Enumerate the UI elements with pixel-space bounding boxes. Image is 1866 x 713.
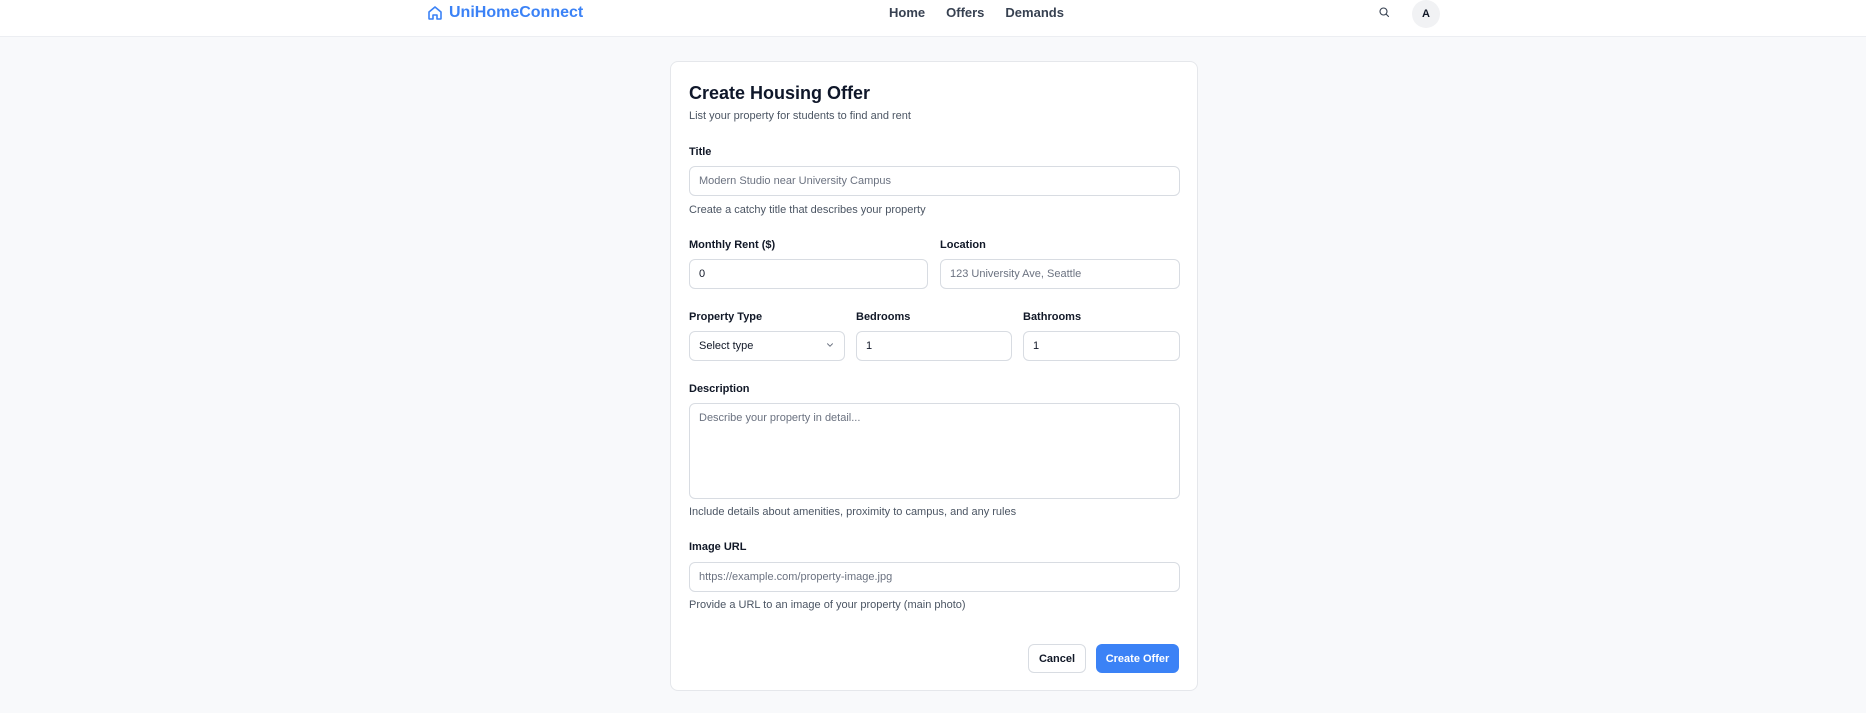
nav-demands[interactable]: Demands — [1005, 4, 1064, 22]
page-title: Create Housing Offer — [689, 83, 871, 103]
description-hint: Include details about amenities, proximi… — [689, 506, 1017, 518]
description-textarea[interactable] — [689, 403, 1180, 499]
property-type-select[interactable]: Select type — [689, 331, 845, 361]
brand-logo[interactable]: UniHomeConnect — [427, 4, 583, 22]
search-button[interactable] — [1375, 5, 1393, 23]
image-url-label: Image URL — [689, 541, 747, 553]
chevron-down-icon — [825, 340, 835, 353]
search-icon — [1378, 5, 1390, 23]
bedrooms-input[interactable] — [856, 331, 1012, 361]
avatar-initial: A — [1422, 8, 1430, 20]
main-nav: Home Offers Demands — [889, 4, 1085, 22]
bathrooms-label: Bathrooms — [1023, 311, 1082, 323]
image-url-input[interactable] — [689, 562, 1180, 592]
home-icon — [427, 5, 443, 21]
title-hint: Create a catchy title that describes you… — [689, 204, 926, 216]
top-nav-bar: UniHomeConnect Home Offers Demands A — [0, 0, 1866, 37]
property-type-label: Property Type — [689, 311, 763, 323]
location-label: Location — [940, 239, 986, 251]
cancel-button[interactable]: Cancel — [1028, 644, 1086, 673]
create-offer-card: Create Housing Offer List your property … — [670, 61, 1198, 691]
location-input[interactable] — [940, 259, 1180, 289]
create-offer-button[interactable]: Create Offer — [1096, 644, 1179, 673]
bedrooms-label: Bedrooms — [856, 311, 911, 323]
user-avatar[interactable]: A — [1412, 0, 1440, 28]
rent-input[interactable] — [689, 259, 928, 289]
description-label: Description — [689, 383, 750, 395]
title-input[interactable] — [689, 166, 1180, 196]
rent-label: Monthly Rent ($) — [689, 239, 776, 251]
title-label: Title — [689, 146, 712, 158]
property-type-value: Select type — [699, 340, 754, 352]
nav-home[interactable]: Home — [889, 4, 925, 22]
image-url-hint: Provide a URL to an image of your proper… — [689, 599, 966, 611]
page-subtitle: List your property for students to find … — [689, 110, 911, 122]
bathrooms-input[interactable] — [1023, 331, 1180, 361]
nav-offers[interactable]: Offers — [946, 4, 984, 22]
brand-name: UniHomeConnect — [449, 4, 584, 21]
